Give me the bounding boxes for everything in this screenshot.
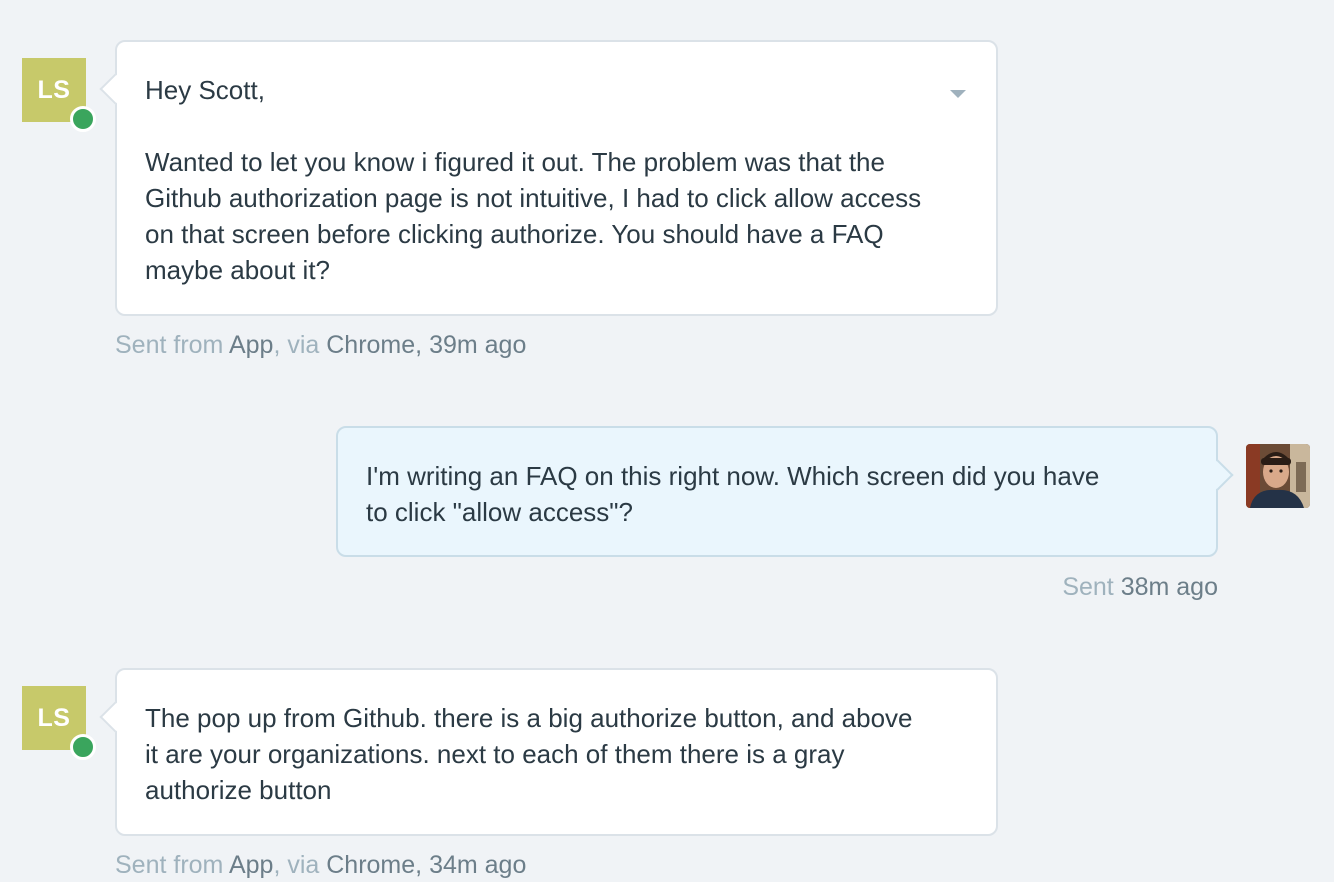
message-meta-outgoing: Sent 38m ago (1062, 572, 1218, 602)
message-paragraph: I'm writing an FAQ on this right now. Wh… (366, 461, 1100, 527)
meta-time: 38m ago (1120, 573, 1218, 601)
message-meta: Sent from App, via Chrome, 39m ago (115, 330, 526, 360)
message-paragraph: The pop up from Github. there is a big a… (145, 703, 913, 805)
user-photo-icon (1246, 444, 1310, 508)
meta-time: , 34m ago (415, 851, 527, 879)
message-paragraph: Hey Scott, (145, 75, 265, 105)
message-paragraph: Wanted to let you know i figured it out.… (145, 147, 922, 285)
meta-browser: Chrome (326, 851, 416, 879)
meta-sent-from-label: Sent from (115, 851, 224, 879)
meta-app: App (228, 331, 274, 359)
conversation-thread: LS Hey Scott, Wanted to let you know i f… (0, 0, 1334, 882)
meta-app: App (228, 851, 274, 879)
avatar-initials: LS (37, 76, 71, 104)
message-bubble: Hey Scott, Wanted to let you know i figu… (115, 40, 998, 316)
user-avatar[interactable]: LS (22, 58, 96, 132)
meta-sent-label: Sent (1062, 573, 1114, 601)
message-bubble: The pop up from Github. there is a big a… (115, 668, 998, 836)
agent-avatar[interactable] (1246, 444, 1310, 508)
online-status-icon (70, 106, 96, 132)
meta-time: , 39m ago (415, 331, 527, 359)
message-bubble-outgoing: I'm writing an FAQ on this right now. Wh… (336, 426, 1218, 557)
meta-browser: Chrome (326, 331, 416, 359)
chevron-down-icon[interactable] (950, 90, 966, 98)
user-avatar[interactable]: LS (22, 686, 96, 760)
avatar-initials: LS (37, 704, 71, 732)
online-status-icon (70, 734, 96, 760)
meta-via-label: , via (273, 331, 320, 359)
message-meta: Sent from App, via Chrome, 34m ago (115, 850, 526, 880)
meta-via-label: , via (273, 851, 320, 879)
meta-sent-from-label: Sent from (115, 331, 224, 359)
